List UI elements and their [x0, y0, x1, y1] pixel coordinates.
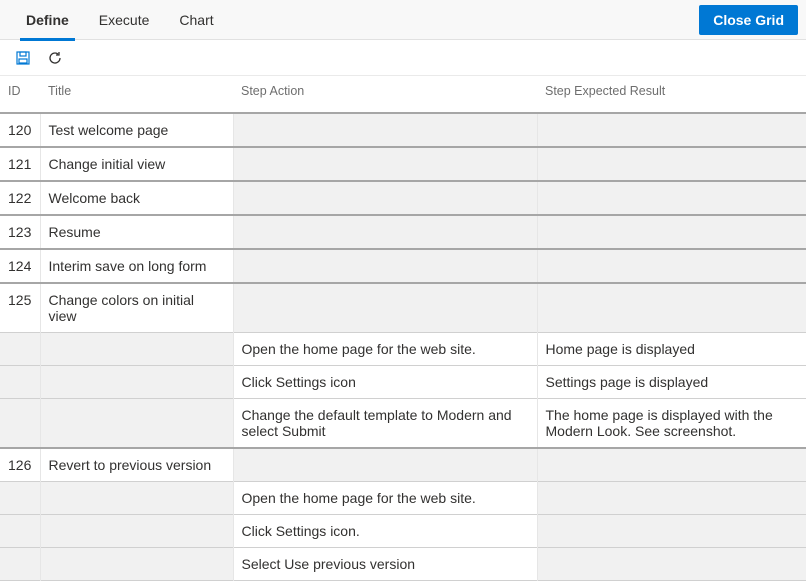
cell-expected[interactable]: Home page is displayed: [537, 333, 806, 366]
table-row[interactable]: Open the home page for the web site.Home…: [0, 333, 806, 366]
table-row[interactable]: Open the home page for the web site.: [0, 482, 806, 515]
refresh-icon[interactable]: [46, 49, 64, 67]
header-title[interactable]: Title: [40, 76, 233, 113]
cell-action[interactable]: [233, 283, 537, 333]
table-row[interactable]: Select Use previous version: [0, 548, 806, 581]
grid-table: ID Title Step Action Step Expected Resul…: [0, 76, 806, 581]
cell-id[interactable]: [0, 548, 40, 581]
cell-title[interactable]: [40, 399, 233, 449]
cell-title[interactable]: Change colors on initial view: [40, 283, 233, 333]
table-row[interactable]: 123Resume: [0, 215, 806, 249]
cell-action[interactable]: [233, 113, 537, 147]
header-row: ID Title Step Action Step Expected Resul…: [0, 76, 806, 113]
cell-title[interactable]: Welcome back: [40, 181, 233, 215]
table-row[interactable]: Click Settings iconSettings page is disp…: [0, 366, 806, 399]
cell-action[interactable]: [233, 181, 537, 215]
header-expected[interactable]: Step Expected Result: [537, 76, 806, 113]
header-action[interactable]: Step Action: [233, 76, 537, 113]
table-row[interactable]: Change the default template to Modern an…: [0, 399, 806, 449]
cell-title[interactable]: Interim save on long form: [40, 249, 233, 283]
cell-title[interactable]: Change initial view: [40, 147, 233, 181]
cell-expected[interactable]: [537, 448, 806, 482]
cell-action[interactable]: Open the home page for the web site.: [233, 333, 537, 366]
table-row[interactable]: Click Settings icon.: [0, 515, 806, 548]
cell-expected[interactable]: [537, 249, 806, 283]
cell-action[interactable]: [233, 448, 537, 482]
cell-title[interactable]: Revert to previous version: [40, 448, 233, 482]
cell-expected[interactable]: [537, 515, 806, 548]
cell-expected[interactable]: [537, 548, 806, 581]
table-row[interactable]: 121Change initial view: [0, 147, 806, 181]
cell-action[interactable]: Open the home page for the web site.: [233, 482, 537, 515]
cell-id[interactable]: [0, 366, 40, 399]
cell-title[interactable]: Test welcome page: [40, 113, 233, 147]
cell-title[interactable]: [40, 548, 233, 581]
table-row[interactable]: 120Test welcome page: [0, 113, 806, 147]
cell-action[interactable]: Click Settings icon.: [233, 515, 537, 548]
save-icon[interactable]: [14, 49, 32, 67]
cell-id[interactable]: [0, 482, 40, 515]
tab-bar: Define Execute Chart: [12, 0, 699, 40]
table-row[interactable]: 126Revert to previous version: [0, 448, 806, 482]
cell-expected[interactable]: [537, 482, 806, 515]
tab-define[interactable]: Define: [12, 0, 83, 40]
cell-id[interactable]: 126: [0, 448, 40, 482]
cell-title[interactable]: [40, 515, 233, 548]
cell-title[interactable]: [40, 482, 233, 515]
cell-id[interactable]: [0, 399, 40, 449]
cell-id[interactable]: 122: [0, 181, 40, 215]
cell-id[interactable]: [0, 333, 40, 366]
close-grid-button[interactable]: Close Grid: [699, 5, 798, 35]
cell-action[interactable]: [233, 249, 537, 283]
cell-expected[interactable]: The home page is displayed with the Mode…: [537, 399, 806, 449]
cell-id[interactable]: 123: [0, 215, 40, 249]
cell-action[interactable]: Select Use previous version: [233, 548, 537, 581]
cell-action[interactable]: Click Settings icon: [233, 366, 537, 399]
cell-id[interactable]: 121: [0, 147, 40, 181]
cell-id[interactable]: 120: [0, 113, 40, 147]
table-row[interactable]: 122Welcome back: [0, 181, 806, 215]
cell-action[interactable]: Change the default template to Modern an…: [233, 399, 537, 449]
cell-action[interactable]: [233, 147, 537, 181]
tab-chart[interactable]: Chart: [165, 0, 227, 40]
cell-expected[interactable]: [537, 283, 806, 333]
tab-execute[interactable]: Execute: [85, 0, 164, 40]
cell-expected[interactable]: [537, 113, 806, 147]
cell-title[interactable]: [40, 366, 233, 399]
cell-id[interactable]: [0, 515, 40, 548]
cell-action[interactable]: [233, 215, 537, 249]
cell-expected[interactable]: Settings page is displayed: [537, 366, 806, 399]
cell-id[interactable]: 124: [0, 249, 40, 283]
cell-expected[interactable]: [537, 181, 806, 215]
cell-title[interactable]: Resume: [40, 215, 233, 249]
cell-expected[interactable]: [537, 215, 806, 249]
cell-title[interactable]: [40, 333, 233, 366]
icon-toolbar: [0, 40, 806, 76]
cell-expected[interactable]: [537, 147, 806, 181]
table-row[interactable]: 124Interim save on long form: [0, 249, 806, 283]
cell-id[interactable]: 125: [0, 283, 40, 333]
header-id[interactable]: ID: [0, 76, 40, 113]
toolbar: Define Execute Chart Close Grid: [0, 0, 806, 40]
table-row[interactable]: 125Change colors on initial view: [0, 283, 806, 333]
